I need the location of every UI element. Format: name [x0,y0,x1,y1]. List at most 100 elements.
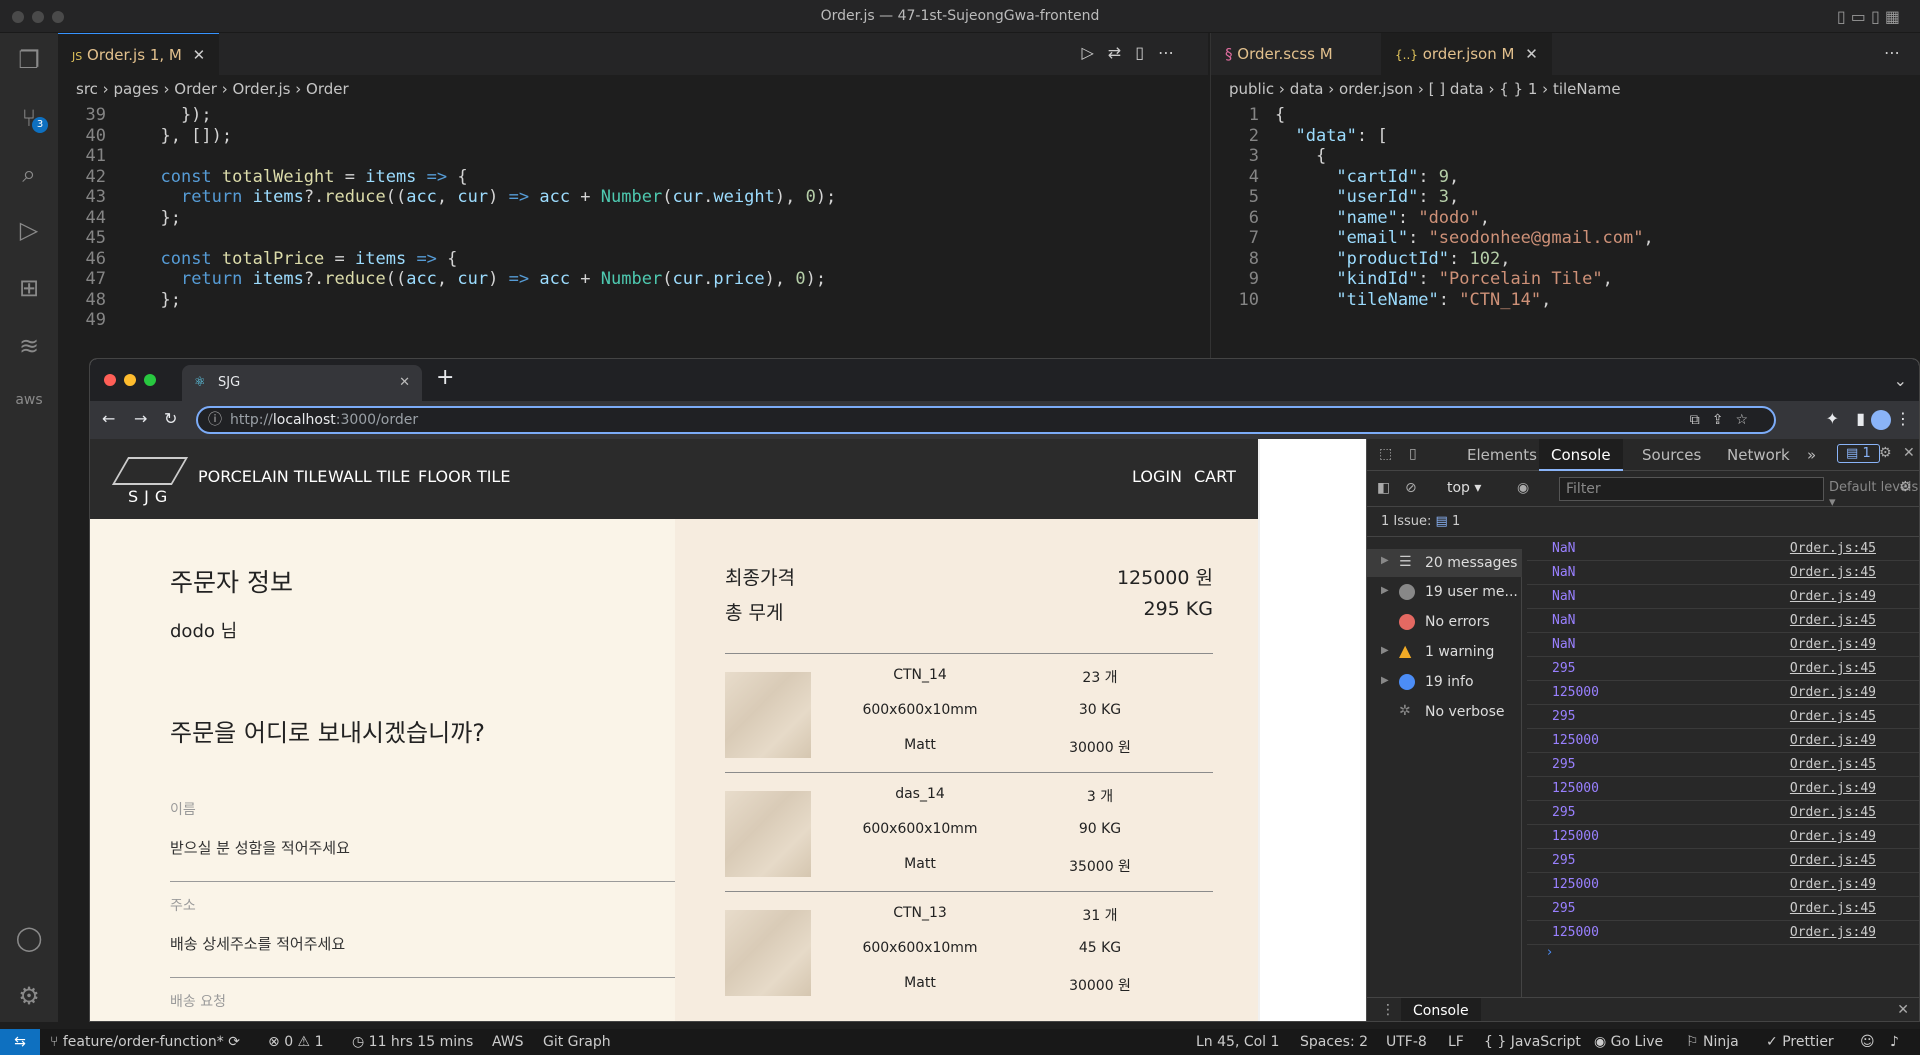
source-link[interactable]: Order.js:49 [1790,873,1876,897]
new-tab-button[interactable]: + [436,365,454,390]
clear-console-icon[interactable]: ⊘ [1405,480,1417,496]
source-control-icon[interactable]: ⑂ 3 [14,103,48,133]
close-devtools-icon[interactable]: ✕ [1903,445,1915,461]
close-tab-icon[interactable]: ✕ [1525,45,1538,63]
more-actions-icon[interactable]: ⋯ [1884,43,1900,62]
settings-gear-icon[interactable]: ⚙ [1879,445,1892,461]
expand-arrow-icon[interactable]: ▶ [1381,645,1389,656]
inspect-icon[interactable]: ⬚ [1379,446,1392,462]
extensions-icon[interactable]: ✦ [1826,409,1839,428]
sidebar-warnings[interactable]: 1 warning [1425,644,1494,660]
indentation[interactable]: Spaces: 2 [1300,1029,1368,1055]
source-link[interactable]: Order.js:49 [1790,729,1876,753]
language-mode[interactable]: { } JavaScript [1484,1029,1581,1055]
product-thumbnail[interactable] [725,910,811,996]
ninja[interactable]: ⚐ Ninja [1686,1029,1739,1055]
extensions-icon[interactable]: ⊞ [14,273,44,303]
expand-arrow-icon[interactable]: ▶ [1381,585,1389,596]
maximize-window-button[interactable] [144,374,156,386]
close-tab-icon[interactable]: ✕ [399,365,410,401]
issues-badge[interactable]: ▤ 1 [1837,444,1880,463]
search-icon[interactable]: ⌕ [14,159,44,189]
source-link[interactable]: Order.js:49 [1790,585,1876,609]
source-link[interactable]: Order.js:45 [1790,897,1876,921]
line-endings[interactable]: LF [1448,1029,1464,1055]
more-tabs-icon[interactable]: » [1807,439,1816,471]
live-expression-icon[interactable]: ◉ [1517,480,1529,496]
code-line[interactable]: }; [140,288,180,314]
close-drawer-icon[interactable]: ✕ [1897,1002,1909,1018]
code-line[interactable]: "tileName": "CTN_14", [1275,288,1551,314]
drawer-tab-console[interactable]: Console [1401,998,1481,1021]
site-logo[interactable]: SJG [128,487,173,506]
nav-login[interactable]: LOGIN [1132,467,1182,486]
notifications-icon[interactable]: ♪ [1890,1029,1899,1055]
nav-wall-tile[interactable]: WALL TILE [328,467,410,486]
nav-porcelain-tile[interactable]: PORCELAIN TILE [198,467,327,486]
forward-icon[interactable]: → [134,409,147,428]
source-link[interactable]: Order.js:45 [1790,801,1876,825]
problems-indicator[interactable]: ⊗ 0 ⚠ 1 [268,1029,323,1055]
address-input[interactable]: 배송 상세주소를 적어주세요 [170,933,345,954]
source-link[interactable]: Order.js:49 [1790,777,1876,801]
code-line[interactable]: return items?.reduce((acc, cur) => acc +… [140,185,836,211]
sidebar-info[interactable]: 19 info [1425,674,1474,690]
close-window-button[interactable] [12,11,24,23]
remote-icon[interactable]: ⇆ [0,1029,40,1055]
close-tab-icon[interactable]: ✕ [193,46,206,64]
go-live[interactable]: ◉ Go Live [1594,1029,1663,1055]
nav-floor-tile[interactable]: FLOOR TILE [418,467,510,486]
tab-network[interactable]: Network [1727,439,1790,471]
expand-arrow-icon[interactable]: ▶ [1381,555,1389,566]
tab-order-js[interactable]: JS Order.js 1, M ✕ [58,33,220,75]
feedback-icon[interactable]: ☺ [1860,1029,1875,1055]
minimize-window-button[interactable] [124,374,136,386]
code-line[interactable]: }, []); [140,124,232,150]
device-toolbar-icon[interactable]: ▯ [1409,446,1417,462]
browser-tab[interactable]: ⚛ SJG ✕ [182,365,422,401]
product-thumbnail[interactable] [725,672,811,758]
docker-icon[interactable]: ≋ [14,331,44,361]
tab-order-json[interactable]: {..} order.json M ✕ [1381,33,1552,75]
sidebar-errors[interactable]: No errors [1425,614,1490,630]
back-icon[interactable]: ← [102,409,115,428]
explorer-icon[interactable]: ❐ [14,45,44,75]
tab-order-scss[interactable]: § Order.scss M [1211,33,1347,75]
source-link[interactable]: Order.js:45 [1790,705,1876,729]
console-prompt-icon[interactable]: › [1547,945,1552,960]
sidebar-messages[interactable]: 20 messages [1425,555,1517,571]
source-link[interactable]: Order.js:45 [1790,561,1876,585]
layout-controls-icon[interactable]: ▯ ▭ ▯ ▦ [1837,0,1900,33]
issues-bar[interactable]: 1 Issue: ▤ 1 [1367,507,1919,537]
sidebar-verbose[interactable]: No verbose [1425,704,1505,720]
tab-search-icon[interactable]: ⌄ [1894,371,1907,390]
expand-arrow-icon[interactable]: ▶ [1381,675,1389,686]
filter-input[interactable]: Filter [1559,477,1824,501]
address-bar[interactable]: ⓘ http://localhost:3000/order ⧉⇪☆ [196,406,1776,434]
aws-status[interactable]: AWS [492,1029,524,1055]
aws-icon[interactable]: aws [14,385,44,415]
settings-gear-icon[interactable]: ⚙ [14,981,44,1011]
page-scrollbar[interactable] [1258,439,1260,1021]
menu-kebab-icon[interactable]: ⋮ [1895,409,1911,428]
url-actions-icon[interactable]: ⧉⇪☆ [1690,408,1760,432]
source-link[interactable]: Order.js:49 [1790,633,1876,657]
source-link[interactable]: Order.js:49 [1790,825,1876,849]
source-link[interactable]: Order.js:45 [1790,609,1876,633]
git-graph[interactable]: Git Graph [543,1029,611,1055]
source-link[interactable]: Order.js:45 [1790,537,1876,561]
sidebar-user-messages[interactable]: 19 user me... [1425,584,1518,600]
prettier[interactable]: ✓ Prettier [1766,1029,1834,1055]
tile-logo-icon[interactable] [111,457,189,485]
account-icon[interactable]: ◯ [14,923,44,953]
editor-actions[interactable]: ▷⇄▯⋯ [1081,43,1188,62]
profile-avatar[interactable] [1871,410,1891,430]
code-line[interactable]: }; [140,206,180,232]
cursor-position[interactable]: Ln 45, Col 1 [1196,1029,1279,1055]
reload-icon[interactable]: ↻ [164,409,177,428]
sidebar-toggle-icon[interactable]: ◧ [1377,480,1390,496]
source-link[interactable]: Order.js:45 [1790,849,1876,873]
run-debug-icon[interactable]: ▷ [14,215,44,245]
maximize-window-button[interactable] [52,11,64,23]
close-window-button[interactable] [104,374,116,386]
